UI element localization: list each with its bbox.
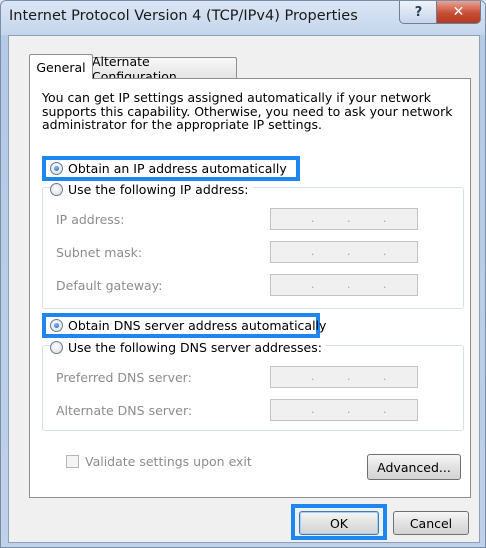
radio-selected-icon [50,319,63,332]
dns-auto-radio[interactable]: Obtain DNS server address automatically [50,318,326,333]
tab-general[interactable]: General [29,54,93,79]
advanced-button[interactable]: Advanced... [367,454,461,480]
radio-selected-icon [50,162,63,175]
tab-alternate-configuration[interactable]: Alternate Configuration [91,54,237,84]
ip-address-label: IP address: [56,212,125,227]
alternate-dns-input: . . . [270,399,418,421]
dns-manual-radio[interactable]: Use the following DNS server addresses: [50,340,326,355]
cancel-button[interactable]: Cancel [393,511,469,535]
dns-manual-label: Use the following DNS server addresses: [68,340,322,355]
help-icon: ? [414,4,423,20]
ip-auto-label: Obtain an IP address automatically [68,161,287,176]
radio-unselected-icon [50,341,63,354]
help-button[interactable]: ? [399,1,438,24]
dns-auto-label: Obtain DNS server address automatically [68,318,327,333]
validate-settings-checkbox: Validate settings upon exit [66,454,252,469]
default-gateway-label: Default gateway: [56,278,163,293]
ip-auto-radio[interactable]: Obtain an IP address automatically [50,161,287,176]
preferred-dns-input: . . . [270,366,418,388]
alternate-dns-label: Alternate DNS server: [56,403,193,418]
radio-unselected-icon [50,183,63,196]
default-gateway-input: . . . [270,274,418,296]
general-tab-panel: You can get IP settings assigned automat… [29,78,471,498]
description-text: You can get IP settings assigned automat… [42,90,453,132]
tab-general-label: General [36,59,86,75]
subnet-mask-label: Subnet mask: [56,245,143,260]
subnet-mask-input: . . . [270,241,418,263]
close-icon: ✕ [452,4,465,20]
window-title: Internet Protocol Version 4 (TCP/IPv4) P… [9,8,358,24]
dialog-body: General Alternate Configuration You can … [8,35,480,543]
ip-manual-label: Use the following IP address: [68,182,249,197]
checkbox-icon [66,455,79,468]
validate-settings-label: Validate settings upon exit [85,454,252,469]
preferred-dns-label: Preferred DNS server: [56,370,192,385]
title-bar[interactable]: Internet Protocol Version 4 (TCP/IPv4) P… [1,1,485,35]
ip-address-input: . . . [270,208,418,230]
ip-manual-radio[interactable]: Use the following IP address: [50,182,253,197]
close-button[interactable]: ✕ [436,1,481,24]
ipv4-properties-dialog: Internet Protocol Version 4 (TCP/IPv4) P… [0,0,486,548]
ok-button[interactable]: OK [299,511,379,535]
